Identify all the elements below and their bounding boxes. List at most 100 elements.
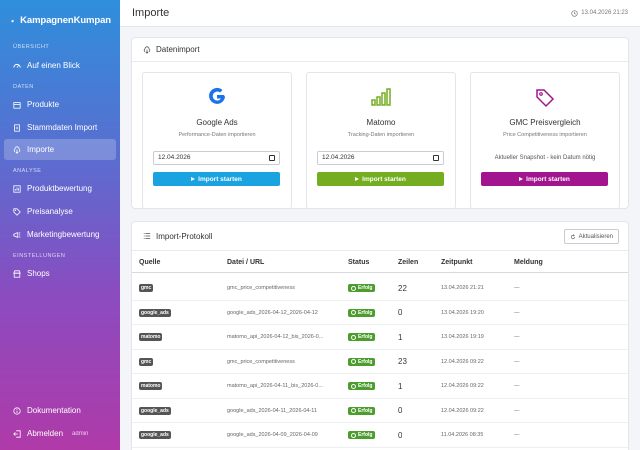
sidebar-item-label: Stammdaten Import <box>27 123 98 132</box>
status-badge: Erfolg <box>348 431 376 439</box>
file-cell: matomo_api_2026-04-11_bis_2026-0... <box>227 383 323 389</box>
google-logo-icon <box>209 87 225 104</box>
column-header-source[interactable]: Quelle <box>139 259 160 266</box>
table-row: google_ads google_ads_2026-04-12_2026-04… <box>132 301 628 325</box>
sidebar-item-shops[interactable]: Shops <box>4 263 116 284</box>
megaphone-logo-icon <box>11 19 15 23</box>
refresh-label: Aktualisieren <box>578 233 613 240</box>
date-input[interactable]: 12.04.2026 <box>153 151 280 165</box>
time-cell: 12.04.2026 09:22 <box>441 358 484 365</box>
sidebar-item-products[interactable]: Produkte <box>4 94 116 115</box>
import-log-title: Import-Protokoll <box>156 231 213 241</box>
file-cell: google_ads_2026-04-11_2026-04-11 <box>227 407 318 414</box>
user-name: admin <box>72 430 89 437</box>
source-card-gmc: GMC Preisvergleich Price Competitiveness… <box>470 72 620 209</box>
megaphone-icon <box>13 231 21 238</box>
sidebar-item-price-analysis[interactable]: Preisanalyse <box>4 201 116 222</box>
section-label-analysis: Analyse <box>13 168 42 174</box>
topbar: Importe 13.04.2026 21:23 <box>120 0 640 27</box>
brand-name: KampagnenKumpan <box>20 15 111 26</box>
datetime: 13.04.2026 21:23 <box>571 9 628 17</box>
tags-icon <box>536 89 555 108</box>
sidebar-item-imports[interactable]: Importe <box>4 139 116 160</box>
logout-label: Abmelden <box>27 429 64 438</box>
source-name: Google Ads <box>196 118 238 127</box>
time-cell: 13.04.2026 19:20 <box>441 309 484 316</box>
cloud-download-icon <box>143 45 151 54</box>
table-row: gmc gmc_price_competitiveness Erfolg 23 … <box>132 350 628 374</box>
column-header-status[interactable]: Status <box>348 259 369 266</box>
sidebar-item-product-rating[interactable]: Produktbewertung <box>4 178 116 199</box>
message-cell: — <box>514 309 520 316</box>
snapshot-note: Aktueller Snapshot - kein Datum nötig <box>494 155 596 161</box>
column-header-time[interactable]: Zeitpunkt <box>441 259 473 266</box>
import-start-button[interactable]: Import starten <box>317 172 444 186</box>
message-cell: — <box>514 432 520 438</box>
tag-icon <box>13 207 21 216</box>
column-header-message[interactable]: Meldung <box>514 259 543 266</box>
source-card-google-ads: Google Ads Performance-Daten importieren… <box>142 72 292 209</box>
import-start-button[interactable]: Import starten <box>481 172 608 186</box>
import-start-button[interactable]: Import starten <box>153 172 280 186</box>
sidebar-item-label: Shops <box>27 269 50 278</box>
date-value: 12.04.2026 <box>158 154 191 161</box>
table-row: matomo matomo_api_2026-04-11_bis_2026-0.… <box>132 374 628 399</box>
rows-cell: 0 <box>398 406 403 415</box>
info-icon <box>13 406 21 415</box>
status-badge: Erfolg <box>348 284 376 292</box>
datenimport-card: Datenimport Google Ads Performance-Daten… <box>131 37 629 209</box>
source-card-matomo: Matomo Tracking-Daten importieren 12.04.… <box>306 72 456 209</box>
check-circle-icon <box>351 432 356 438</box>
check-circle-icon <box>351 285 356 291</box>
calendar-icon[interactable] <box>433 155 439 161</box>
check-circle-icon <box>351 408 356 413</box>
file-cell: google_ads_2026-04-12_2026-04-12 <box>227 309 318 316</box>
source-badge: matomo <box>139 333 163 341</box>
source-badge: matomo <box>139 382 163 390</box>
source-badge: gmc <box>139 357 154 366</box>
datenimport-title: Datenimport <box>156 45 200 54</box>
sidebar-item-docs[interactable]: Dokumentation <box>4 400 116 421</box>
check-circle-icon <box>351 383 356 389</box>
logout-button[interactable]: Abmelden admin <box>4 423 116 444</box>
table-row: google_ads google_ads_2026-04-09_2026-04… <box>132 423 628 448</box>
source-badge: google_ads <box>139 406 171 415</box>
play-icon <box>355 177 360 181</box>
file-cell: gmc_price_competitiveness <box>227 285 295 291</box>
sidebar-item-label: Importe <box>27 145 55 154</box>
date-value: 12.04.2026 <box>322 154 355 161</box>
file-cell: matomo_api_2026-04-12_bis_2026-0... <box>227 334 324 340</box>
shop-icon <box>13 269 21 278</box>
calendar-icon[interactable] <box>269 155 275 161</box>
box-icon <box>13 101 21 109</box>
check-circle-icon <box>351 359 356 364</box>
sidebar-item-marketing-rating[interactable]: Marketingbewertung <box>4 224 116 245</box>
refresh-button[interactable]: Aktualisieren <box>563 229 619 244</box>
message-cell: — <box>514 334 520 340</box>
sidebar-item-overview[interactable]: Auf einen Blick <box>4 55 116 76</box>
rows-cell: 22 <box>398 283 407 293</box>
rows-cell: 1 <box>398 332 403 342</box>
source-description: Price Competitiveness importieren <box>503 132 587 138</box>
time-cell: 13.04.2026 21:21 <box>441 285 484 291</box>
status-badge: Erfolg <box>348 333 376 341</box>
play-icon <box>191 177 196 181</box>
status-badge: Erfolg <box>348 382 376 390</box>
sidebar-item-label: Marketingbewertung <box>27 230 100 239</box>
rows-cell: 23 <box>398 357 407 366</box>
brand[interactable]: KampagnenKumpan <box>0 0 120 30</box>
source-badge: google_ads <box>139 308 171 317</box>
sidebar-item-master-data-import[interactable]: Stammdaten Import <box>4 117 116 138</box>
column-header-rows[interactable]: Zeilen <box>398 259 418 266</box>
refresh-icon <box>570 233 575 239</box>
date-input[interactable]: 12.04.2026 <box>317 151 444 165</box>
time-cell: 11.04.2026 08:35 <box>441 432 484 438</box>
message-cell: — <box>514 407 520 414</box>
source-badge: gmc <box>139 284 154 292</box>
clock-icon <box>571 9 578 17</box>
column-header-file[interactable]: Datei / URL <box>227 259 264 266</box>
message-cell: — <box>514 358 520 365</box>
section-label-data: Daten <box>13 84 34 90</box>
document-icon <box>14 123 20 132</box>
table-header-divider <box>132 272 628 273</box>
